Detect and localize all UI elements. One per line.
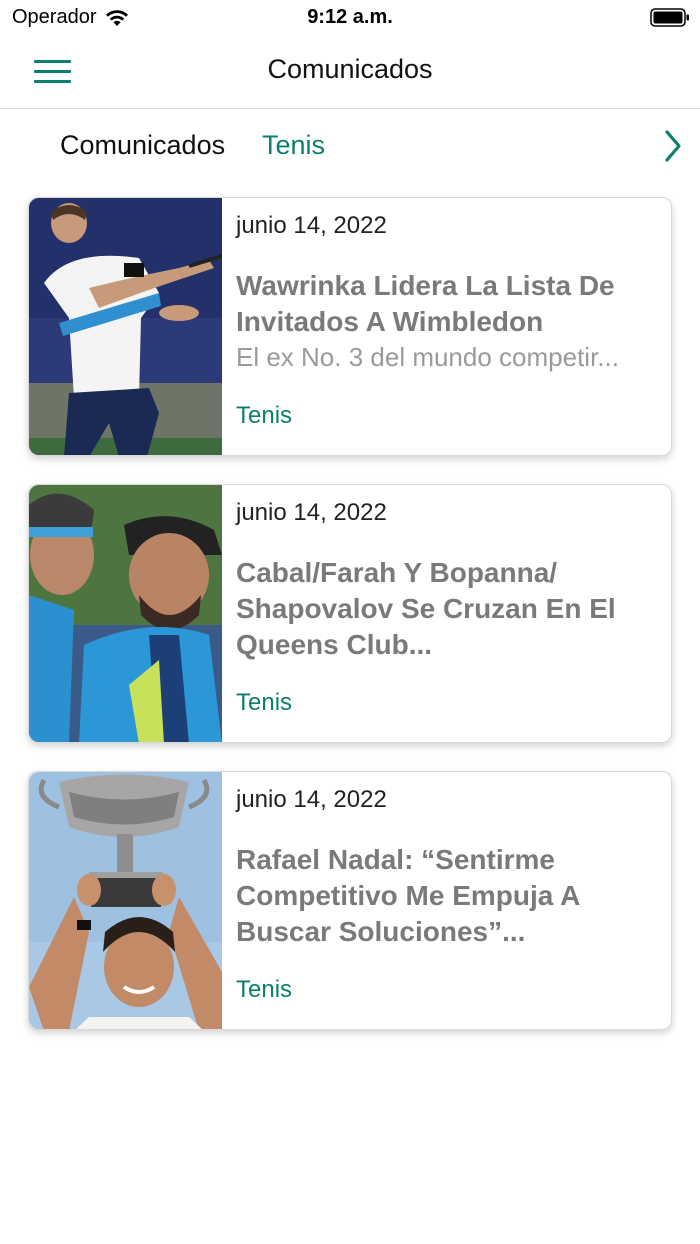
article-summary: El ex No. 3 del mundo competir... [236,342,619,372]
battery-icon [650,8,689,27]
article-category: Tenis [236,402,293,429]
article-title: Wawrinka Lidera La Lista De Invitados A … [236,270,615,337]
article-date: junio 14, 2022 [236,499,387,526]
tab-tenis[interactable]: Tenis [262,130,325,161]
category-tabs: Comunicados Tenis [0,110,700,182]
article-thumbnail [29,772,222,1029]
article-card[interactable]: junio 14, 2022 Cabal/Farah Y Bopanna/ Sh… [28,484,672,743]
status-bar: Operador 9:12 a.m. [0,0,700,36]
article-card[interactable]: junio 14, 2022 Rafael Nadal: “Sentirme C… [28,771,672,1030]
article-thumbnail [29,198,222,455]
article-date: junio 14, 2022 [236,786,387,813]
page-title: Comunicados [267,54,433,84]
article-title: Cabal/Farah Y Bopanna/ Shapovalov Se Cru… [236,557,616,660]
article-card[interactable]: junio 14, 2022 Wawrinka Lidera La Lista … [28,197,672,456]
chevron-right-icon[interactable] [660,128,686,164]
article-title: Rafael Nadal: “Sentirme Competitivo Me E… [236,844,580,947]
tab-comunicados[interactable]: Comunicados [60,130,225,161]
article-thumbnail [29,485,222,742]
status-time: 9:12 a.m. [307,6,393,28]
article-category: Tenis [236,689,293,716]
article-date: junio 14, 2022 [236,212,387,239]
navigation-bar: Comunicados [0,36,700,109]
article-category: Tenis [236,976,293,1003]
